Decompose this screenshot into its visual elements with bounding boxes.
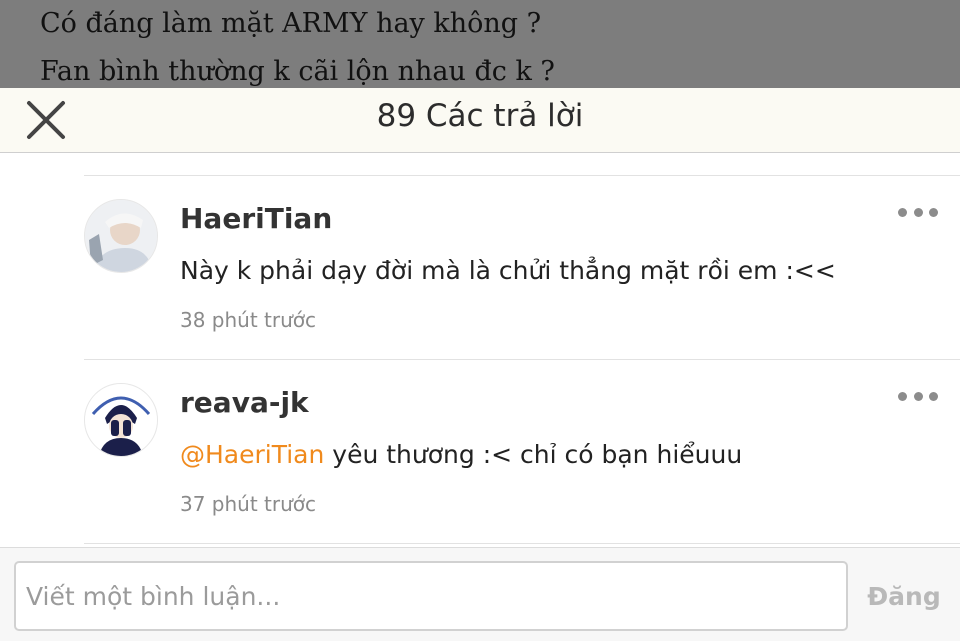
reply-timestamp: 38 phút trước — [180, 308, 317, 332]
more-dot-icon — [898, 207, 907, 217]
reply-username[interactable]: reava-jk — [180, 386, 309, 419]
reply-username[interactable]: HaeriTian — [180, 202, 332, 235]
user-photo-icon — [85, 200, 157, 272]
reply-timestamp: 37 phút trước — [180, 492, 317, 516]
reply-item: reava-jk @HaeriTian yêu thương :< chỉ có… — [0, 360, 960, 544]
comment-composer: Đăng — [0, 547, 960, 641]
reply-body: yêu thương :< chỉ có bạn hiểuuu — [324, 440, 743, 469]
more-dot-icon — [898, 391, 907, 401]
more-dot-icon — [929, 207, 938, 217]
replies-list[interactable]: HaeriTian Này k phải dạy đời mà là chửi … — [0, 153, 960, 547]
more-dot-icon — [913, 207, 923, 217]
comment-input[interactable] — [14, 561, 848, 631]
divider — [84, 543, 960, 544]
replies-header: 89 Các trả lời — [0, 88, 960, 153]
story-text-line: Fan bình thường k cãi lộn nhau đc k ? — [40, 56, 555, 87]
reply-mention[interactable]: @HaeriTian — [180, 440, 324, 469]
more-dot-icon — [913, 391, 923, 401]
reply-text: @HaeriTian yêu thương :< chỉ có bạn hiểu… — [180, 440, 742, 469]
reply-item: HaeriTian Này k phải dạy đời mà là chửi … — [0, 176, 960, 360]
more-options-button[interactable] — [898, 386, 938, 406]
more-options-button[interactable] — [898, 202, 938, 222]
avatar[interactable] — [84, 383, 158, 457]
post-button[interactable]: Đăng — [860, 561, 948, 631]
page-title: 89 Các trả lời — [376, 98, 584, 134]
more-dot-icon — [929, 391, 938, 401]
avatar[interactable] — [84, 199, 158, 273]
reply-body: Này k phải dạy đời mà là chửi thẳng mặt … — [180, 256, 836, 285]
reply-text: Này k phải dạy đời mà là chửi thẳng mặt … — [180, 256, 836, 285]
user-drawing-icon — [85, 384, 157, 456]
story-text-line: Có đáng làm mặt ARMY hay không ? — [40, 8, 542, 39]
